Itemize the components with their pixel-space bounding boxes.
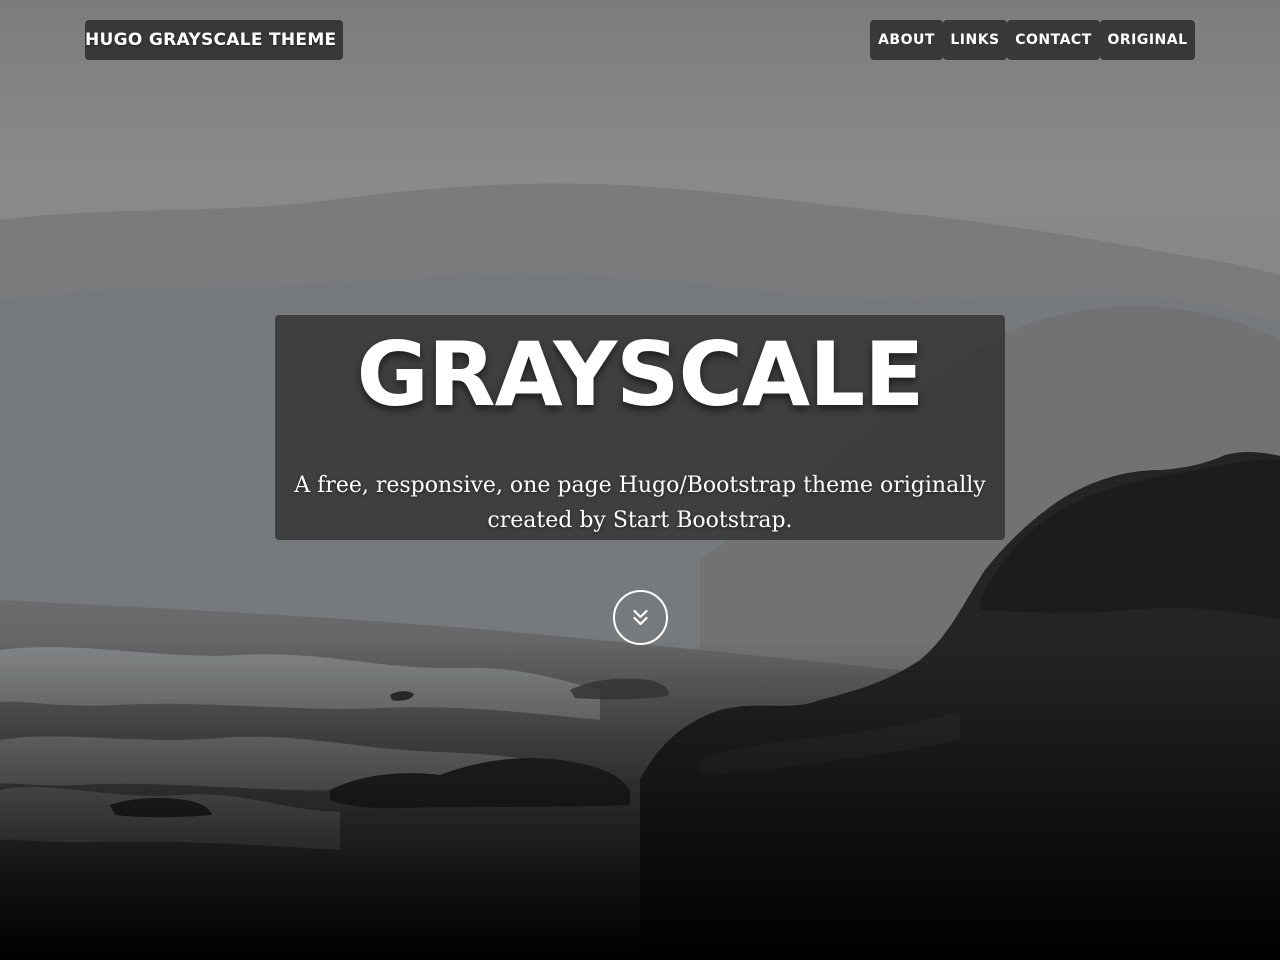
hero-title: GRAYSCALE: [356, 323, 925, 426]
hero-intro-box: GRAYSCALE A free, responsive, one page H…: [275, 315, 1005, 540]
navbar-brand-link[interactable]: HUGO GRAYSCALE THEME: [85, 20, 343, 60]
page: HUGO GRAYSCALE THEME ABOUT LINKS CONTACT…: [0, 0, 1280, 960]
nav-link-links[interactable]: LINKS: [943, 20, 1007, 60]
hero-subtitle: A free, responsive, one page Hugo/Bootst…: [294, 473, 986, 533]
scroll-down-button[interactable]: [613, 590, 668, 645]
nav-link-original[interactable]: ORIGINAL: [1100, 20, 1195, 60]
double-chevron-down-icon: [633, 609, 648, 626]
nav-link-about[interactable]: ABOUT: [870, 20, 943, 60]
navbar-menu: ABOUT LINKS CONTACT ORIGINAL: [870, 20, 1195, 60]
nav-link-contact[interactable]: CONTACT: [1007, 20, 1100, 60]
